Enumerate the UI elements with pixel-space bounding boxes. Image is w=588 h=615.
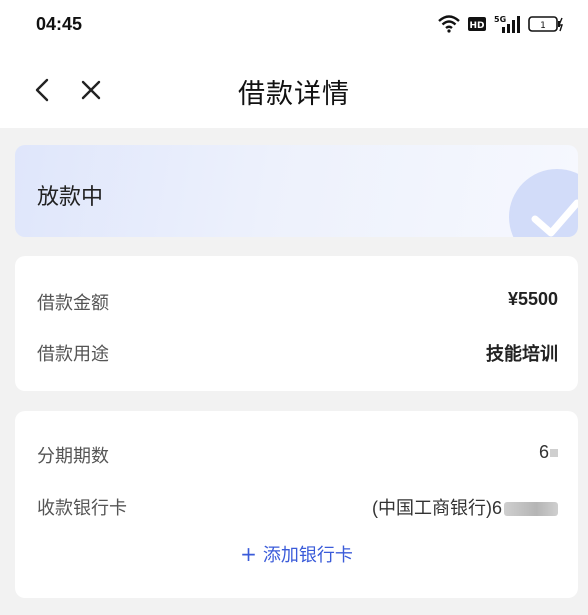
- check-circle-icon: [509, 169, 578, 237]
- signal-5g-icon: 5G: [494, 14, 520, 34]
- loan-purpose-row: 借款用途 技能培训: [15, 340, 578, 370]
- loan-purpose-label: 借款用途: [37, 344, 109, 365]
- page-title: 借款详情: [238, 79, 350, 110]
- installments-value: 6: [539, 442, 558, 463]
- bank-card-label: 收款银行卡: [37, 498, 127, 519]
- navigation-bar: 借款详情: [0, 60, 588, 120]
- installments-label: 分期期数: [37, 446, 109, 467]
- masked-card-number: [504, 502, 558, 517]
- wifi-icon: [438, 15, 460, 33]
- svg-text:5G: 5G: [494, 15, 506, 24]
- svg-text:HD: HD: [469, 21, 484, 31]
- add-bank-card-label: 添加银行卡: [262, 545, 353, 566]
- bank-card-value[interactable]: (中国工商银行)6: [372, 494, 558, 520]
- loan-status-card: 放款中: [15, 145, 578, 237]
- installments-row: 分期期数 6: [15, 442, 578, 472]
- bank-card-name: (中国工商银行)6: [372, 498, 502, 518]
- plus-icon: +: [240, 542, 257, 566]
- hd-icon: HD: [468, 16, 486, 32]
- installments-number: 6: [538, 442, 549, 462]
- loan-status-text: 放款中: [37, 185, 104, 210]
- loan-amount-value: ¥5500: [507, 289, 558, 309]
- bank-card-row[interactable]: 收款银行卡 (中国工商银行)6: [15, 494, 578, 524]
- status-icons: HD 5G 1: [438, 14, 564, 34]
- status-bar: 04:45 HD 5G 1: [0, 0, 588, 52]
- loan-info-card: 借款金额 ¥5500 借款用途 技能培训: [15, 256, 578, 391]
- loan-amount-row: 借款金额 ¥5500: [15, 289, 578, 319]
- battery-icon: 1: [528, 15, 564, 33]
- battery-level: 1: [540, 21, 546, 31]
- loan-purpose-value: 技能培训: [486, 344, 558, 364]
- status-time: 04:45: [36, 14, 83, 34]
- loan-amount-label: 借款金额: [37, 293, 109, 314]
- top-bar: 04:45 HD 5G 1 借款详情: [0, 0, 588, 128]
- masked-text: [550, 449, 558, 458]
- add-bank-card-button[interactable]: + 添加银行卡: [15, 541, 578, 567]
- repayment-info-card: 分期期数 6 收款银行卡 (中国工商银行)6 + 添加银行卡: [15, 411, 578, 598]
